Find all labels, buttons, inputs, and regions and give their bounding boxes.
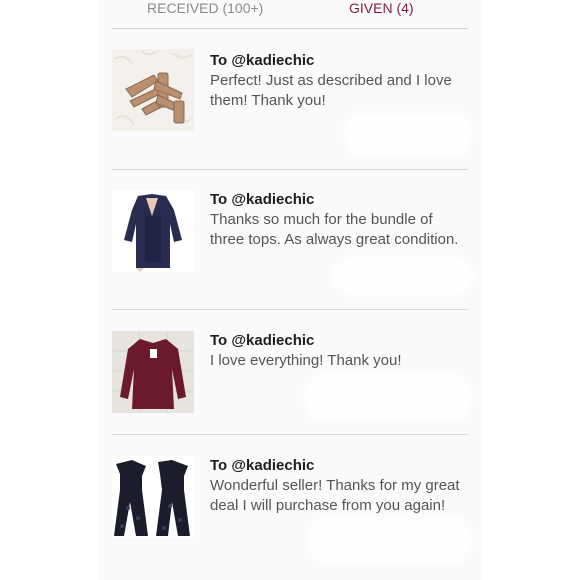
- review-message: Perfect! Just as described and I love th…: [210, 72, 452, 109]
- product-thumbnail[interactable]: [112, 190, 194, 272]
- review-message: I love everything! Thank you!: [210, 352, 402, 369]
- navy-cardigan-photo: [112, 190, 194, 272]
- product-thumbnail[interactable]: [112, 456, 194, 538]
- review-tabs: RECEIVED (100+) GIVEN (4): [112, 0, 468, 29]
- blurred-region: [304, 375, 472, 419]
- review-item[interactable]: To @kadiechic Perfect! Just as described…: [112, 49, 472, 159]
- review-recipient[interactable]: To @kadiechic: [210, 51, 470, 71]
- review-text: To @kadiechic I love everything! Thank y…: [210, 331, 470, 371]
- review-item[interactable]: To @kadiechic I love everything! Thank y…: [112, 331, 472, 427]
- tab-received[interactable]: RECEIVED (100+): [147, 0, 263, 16]
- blurred-region: [344, 113, 472, 155]
- review-text: To @kadiechic Perfect! Just as described…: [210, 51, 470, 111]
- product-thumbnail[interactable]: [112, 331, 194, 413]
- review-message: Thanks so much for the bundle of three t…: [210, 211, 459, 248]
- divider: [112, 434, 468, 435]
- review-text: To @kadiechic Wonderful seller! Thanks f…: [210, 456, 470, 516]
- review-recipient[interactable]: To @kadiechic: [210, 190, 470, 210]
- review-text: To @kadiechic Thanks so much for the bun…: [210, 190, 470, 250]
- tab-given[interactable]: GIVEN (4): [349, 0, 414, 16]
- review-message: Wonderful seller! Thanks for my great de…: [210, 477, 460, 514]
- product-thumbnail[interactable]: [112, 49, 194, 131]
- review-item[interactable]: To @kadiechic Wonderful seller! Thanks f…: [112, 456, 472, 566]
- sandals-photo: [112, 49, 194, 131]
- blurred-region: [334, 256, 472, 296]
- divider: [112, 309, 468, 310]
- divider: [112, 169, 468, 170]
- review-item[interactable]: To @kadiechic Thanks so much for the bun…: [112, 190, 472, 300]
- review-recipient[interactable]: To @kadiechic: [210, 331, 470, 351]
- blurred-region: [310, 518, 472, 562]
- burgundy-top-photo: [112, 331, 194, 413]
- review-recipient[interactable]: To @kadiechic: [210, 456, 470, 476]
- jumpsuit-photo: [112, 456, 194, 538]
- reviews-page: RECEIVED (100+) GIVEN (4) To @kadiechic …: [0, 0, 580, 580]
